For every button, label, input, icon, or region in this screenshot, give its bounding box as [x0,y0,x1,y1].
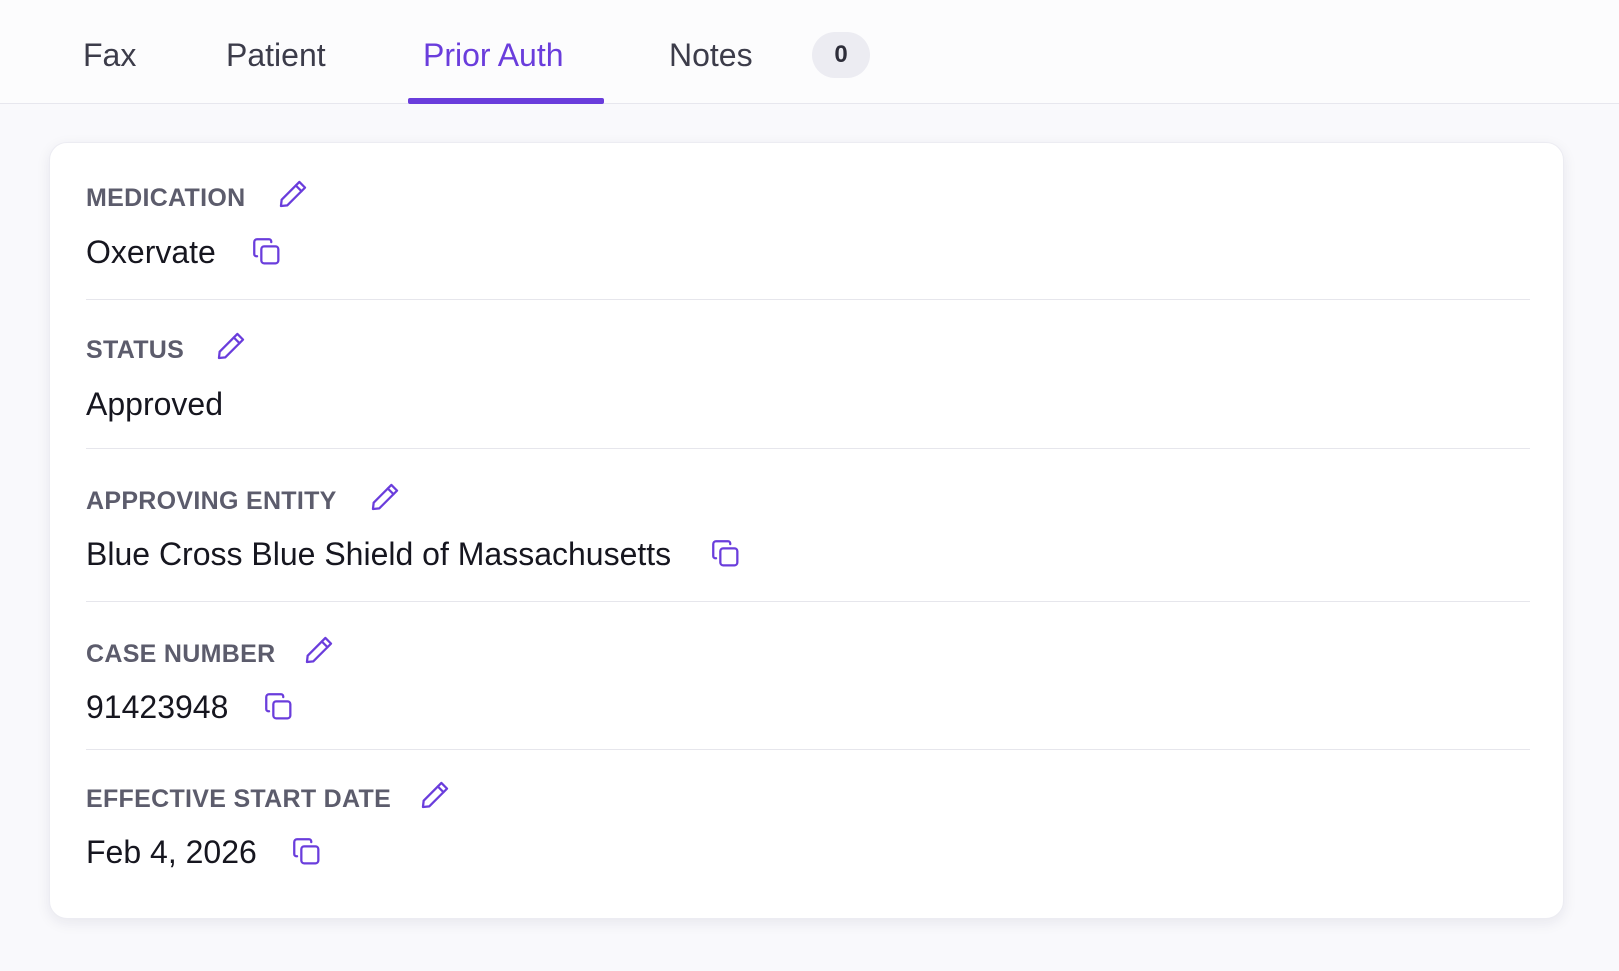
divider [86,749,1530,750]
pencil-icon[interactable] [276,177,310,211]
pencil-icon[interactable] [302,633,336,667]
status-label: STATUS [86,336,185,364]
medication-label: MEDICATION [86,184,246,212]
pencil-icon[interactable] [368,480,402,514]
pencil-icon[interactable] [418,778,452,812]
prior-auth-card: MEDICATION Oxervate STATUS Approved APPR… [49,142,1564,919]
copy-icon[interactable] [250,235,284,269]
active-tab-indicator [408,98,604,104]
medication-value: Oxervate [86,234,216,270]
notes-count-badge: 0 [812,32,870,78]
status-value: Approved [86,386,223,422]
copy-icon[interactable] [290,835,324,869]
copy-icon[interactable] [709,537,743,571]
divider [86,299,1530,300]
case-number-value: 91423948 [86,689,229,725]
tab-fax[interactable]: Fax [83,0,136,104]
tab-bar: Fax Patient Prior Auth Notes 0 [0,0,1619,104]
copy-icon[interactable] [262,690,296,724]
effective-start-date-label: EFFECTIVE START DATE [86,785,392,813]
approving-entity-value: Blue Cross Blue Shield of Massachusetts [86,536,672,572]
approving-entity-label: APPROVING ENTITY [86,487,337,515]
divider [86,601,1530,602]
pencil-icon[interactable] [214,329,248,363]
tab-patient[interactable]: Patient [226,0,326,104]
case-number-label: CASE NUMBER [86,640,276,668]
tab-notes[interactable]: Notes [669,0,753,104]
effective-start-date-value: Feb 4, 2026 [86,834,257,870]
divider [86,448,1530,449]
tab-prior-auth[interactable]: Prior Auth [423,0,564,104]
